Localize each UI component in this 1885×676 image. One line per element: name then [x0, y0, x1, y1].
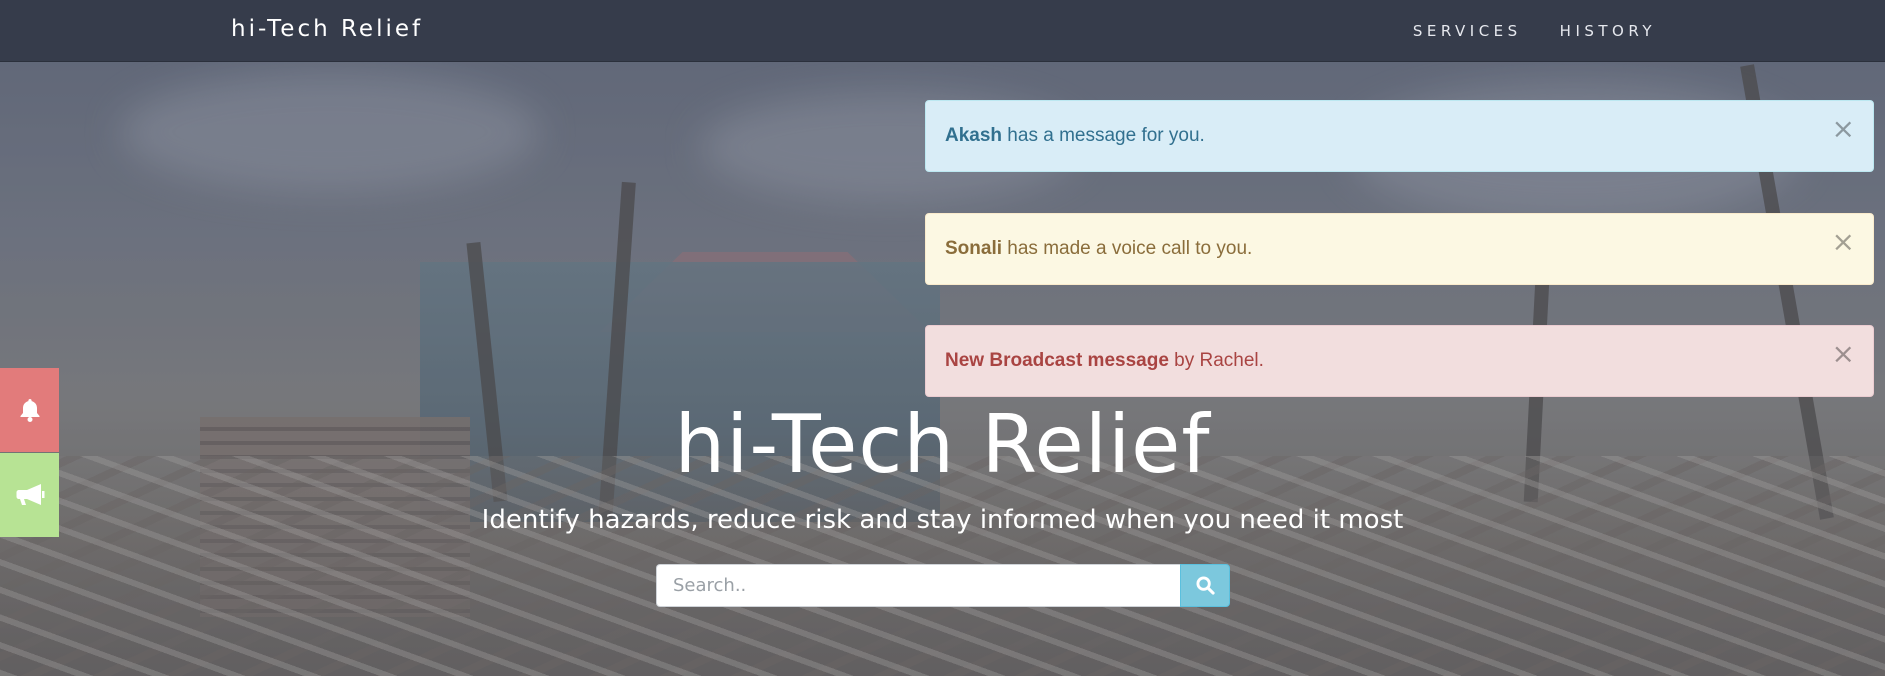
hero-subtitle: Identify hazards, reduce risk and stay i… — [481, 505, 1404, 535]
nav-history[interactable]: HISTORY — [1560, 22, 1656, 40]
nav-services[interactable]: SERVICES — [1413, 22, 1522, 40]
nav-links: SERVICES HISTORY — [1413, 22, 1656, 40]
brand-link[interactable]: hi-Tech Relief — [231, 16, 423, 42]
alert-body: has a message for you. — [1002, 125, 1205, 146]
alert-sender: New Broadcast message — [945, 350, 1169, 371]
alert-voice-call: Sonali has made a voice call to you. × — [925, 213, 1874, 285]
navbar: hi-Tech Relief SERVICES HISTORY — [0, 0, 1885, 62]
search-button[interactable] — [1180, 564, 1230, 607]
hero-title: hi-Tech Relief — [674, 398, 1211, 491]
alert-text: Akash has a message for you. — [945, 125, 1205, 147]
alert-body: has made a voice call to you. — [1002, 238, 1253, 259]
alert-broadcast: New Broadcast message by Rachel. × — [925, 325, 1874, 397]
close-icon[interactable]: × — [1832, 228, 1855, 256]
alert-text: Sonali has made a voice call to you. — [945, 238, 1252, 260]
alert-message: Akash has a message for you. × — [925, 100, 1874, 172]
close-icon[interactable]: × — [1832, 115, 1855, 143]
alert-text: New Broadcast message by Rachel. — [945, 350, 1264, 372]
alert-body: by Rachel. — [1168, 350, 1264, 371]
alert-sender: Sonali — [945, 238, 1003, 259]
search-icon — [1195, 576, 1215, 595]
search-bar — [656, 564, 1230, 607]
search-input[interactable] — [656, 564, 1180, 607]
alert-sender: Akash — [945, 125, 1003, 146]
close-icon[interactable]: × — [1832, 340, 1855, 368]
